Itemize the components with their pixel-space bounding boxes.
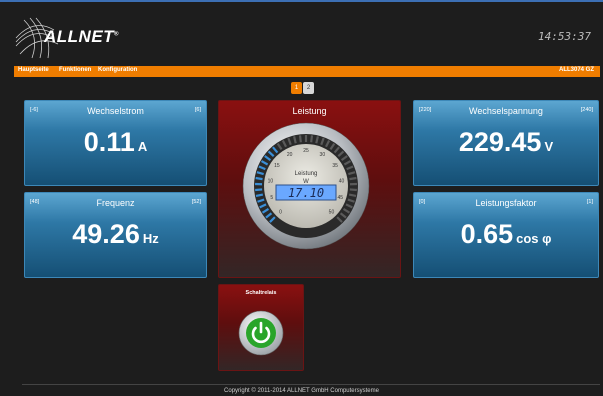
value-unit: A [137,139,148,154]
tile-title: Leistungsfaktor [475,198,537,208]
range-max: [6] [194,107,201,113]
relay-title: Schaltrelais [245,290,277,296]
tile-title: Leistung [292,106,327,116]
value-number: 229.45 [458,127,542,157]
gauge-tick-label: 15 [274,163,280,169]
clock: 14:53:37 [538,30,591,43]
tile-value: 0.65 cos φ [414,219,598,250]
gauge-tick-label: 35 [332,163,338,169]
gauge-tick [298,135,302,143]
value-unit: cos φ [516,231,552,246]
device-model: ALL3074 GZ [558,67,594,73]
tile-leistung[interactable]: Leistung 0 5 10 15 20 25 30 35 40 45 50 Leistung [218,100,401,278]
tile-value: 0.11 A [25,127,206,158]
nav-item-konfiguration[interactable]: Konfiguration [98,67,137,73]
range-max: [1] [586,199,593,205]
tile-schaltrelais: Schaltrelais [218,284,304,371]
gauge-tick-label: 45 [337,195,343,201]
tile-wechselspannung[interactable]: [220] Wechselspannung [240] 229.45 V [413,100,599,186]
value-number: 49.26 [72,219,140,249]
nav-item-hauptseite[interactable]: Hauptseite [18,67,49,73]
pager: 1 2 [291,82,314,94]
gauge-tick [255,188,263,192]
power-gauge: 0 5 10 15 20 25 30 35 40 45 50 Leistung W 17.10 [242,122,370,250]
gauge-tick-label: 10 [268,178,274,184]
tile-title: Wechselspannung [469,106,543,116]
copyright: Copyright © 2011-2014 ALLNET GmbH Comput… [224,388,379,394]
gauge-label: Leistung [295,171,318,177]
value-number: 0.11 [83,127,135,157]
gauge-tick [348,193,357,198]
range-max: [240] [580,107,593,113]
range-max: [52] [191,199,201,205]
gauge-tick-label: 5 [270,195,273,201]
tile-title: Wechselstrom [87,106,144,116]
tile-value: 49.26 Hz [25,219,206,250]
app-window: ALLNET® 14:53:37 Hauptseite Funktionen K… [0,0,603,396]
gauge-tick [310,135,314,143]
gauge-tick-label: 40 [339,178,345,184]
gauge-tick [349,176,357,181]
nav-item-funktionen[interactable]: Funktionen [59,67,91,73]
tile-leistungsfaktor[interactable]: [0] Leistungsfaktor [1] 0.65 cos φ [413,192,599,278]
gauge-display: 17.10 [288,186,324,200]
value-unit: V [544,139,554,154]
gauge-tick [255,193,264,198]
value-number: 0.65 [460,219,514,249]
tile-wechselstrom[interactable]: [-6] Wechselstrom [6] 0.11 A [24,100,207,186]
tile-frequenz[interactable]: [48] Frequenz [52] 49.26 Hz [24,192,207,278]
tile-title: Frequenz [96,198,135,208]
gauge-tick-label: 30 [320,152,326,158]
gauge-tick-label: 25 [303,148,309,154]
gauge-tick [255,176,263,181]
nav-bar: Hauptseite Funktionen Konfiguration ALL3… [14,66,600,77]
gauge-tick-label: 50 [329,209,335,215]
gauge-tick-label: 20 [287,152,293,158]
page-button-1[interactable]: 1 [291,82,302,94]
power-toggle-button[interactable] [237,309,285,357]
brand-name: ALLNET® [44,27,119,46]
value-unit: Hz [142,231,159,246]
gauge-tick [349,188,357,192]
gauge-unit: W [303,179,309,185]
footer-divider [22,384,600,385]
header: ALLNET® 14:53:37 [0,2,603,66]
tile-value: 229.45 V [414,127,598,158]
gauge-tick-label: 0 [279,209,282,215]
page-button-2[interactable]: 2 [303,82,314,94]
